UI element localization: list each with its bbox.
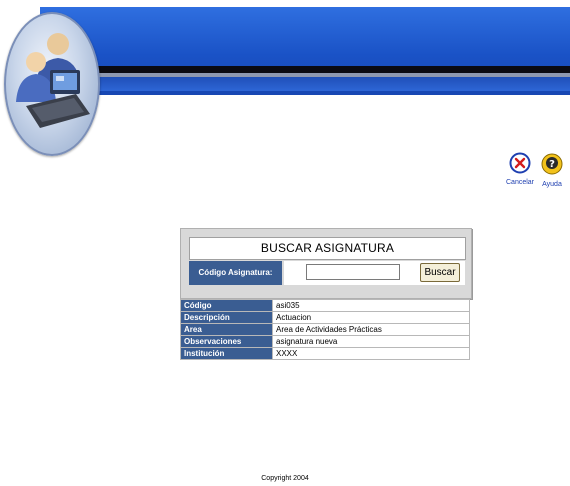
help-button[interactable]: ? Ayuda xyxy=(540,152,564,188)
search-button[interactable]: Buscar xyxy=(420,263,460,282)
row-label: Observaciones xyxy=(180,335,273,348)
banner-stripe xyxy=(40,77,570,91)
subject-code-label: Código Asignatura: xyxy=(189,261,282,285)
cancel-button[interactable]: Cancelar xyxy=(506,152,534,186)
subject-details-table: Código asi035 Descripción Actuacion Area… xyxy=(180,299,470,360)
table-row: Institución XXXX xyxy=(180,347,470,360)
row-label: Código xyxy=(180,299,273,312)
row-value: asi035 xyxy=(272,299,470,312)
computer-user-logo-icon xyxy=(4,12,100,156)
row-value: Actuacion xyxy=(272,311,470,324)
search-title: BUSCAR ASIGNATURA xyxy=(189,237,466,260)
row-label: Descripción xyxy=(180,311,273,324)
toolbar-actions: Cancelar ? Ayuda xyxy=(506,152,566,188)
row-value: Area de Actividades Prácticas xyxy=(272,323,470,336)
subject-code-cell: Buscar xyxy=(284,261,465,285)
help-icon: ? xyxy=(541,153,563,175)
table-row: Código asi035 xyxy=(180,299,470,312)
row-value: asignatura nueva xyxy=(272,335,470,348)
cancel-icon xyxy=(509,152,531,174)
help-label: Ayuda xyxy=(542,181,562,188)
table-row: Descripción Actuacion xyxy=(180,311,470,324)
copyright-footer: Copyright 2004 xyxy=(261,475,309,482)
subject-code-input[interactable] xyxy=(306,264,400,280)
row-value: XXXX xyxy=(272,347,470,360)
table-row: Observaciones asignatura nueva xyxy=(180,335,470,348)
cancel-label: Cancelar xyxy=(506,179,535,186)
search-panel: BUSCAR ASIGNATURA Código Asignatura: Bus… xyxy=(180,228,472,299)
svg-text:?: ? xyxy=(549,159,555,170)
table-row: Area Area de Actividades Prácticas xyxy=(180,323,470,336)
row-label: Area xyxy=(180,323,273,336)
banner-stripe xyxy=(40,66,570,73)
row-label: Institución xyxy=(180,347,273,360)
